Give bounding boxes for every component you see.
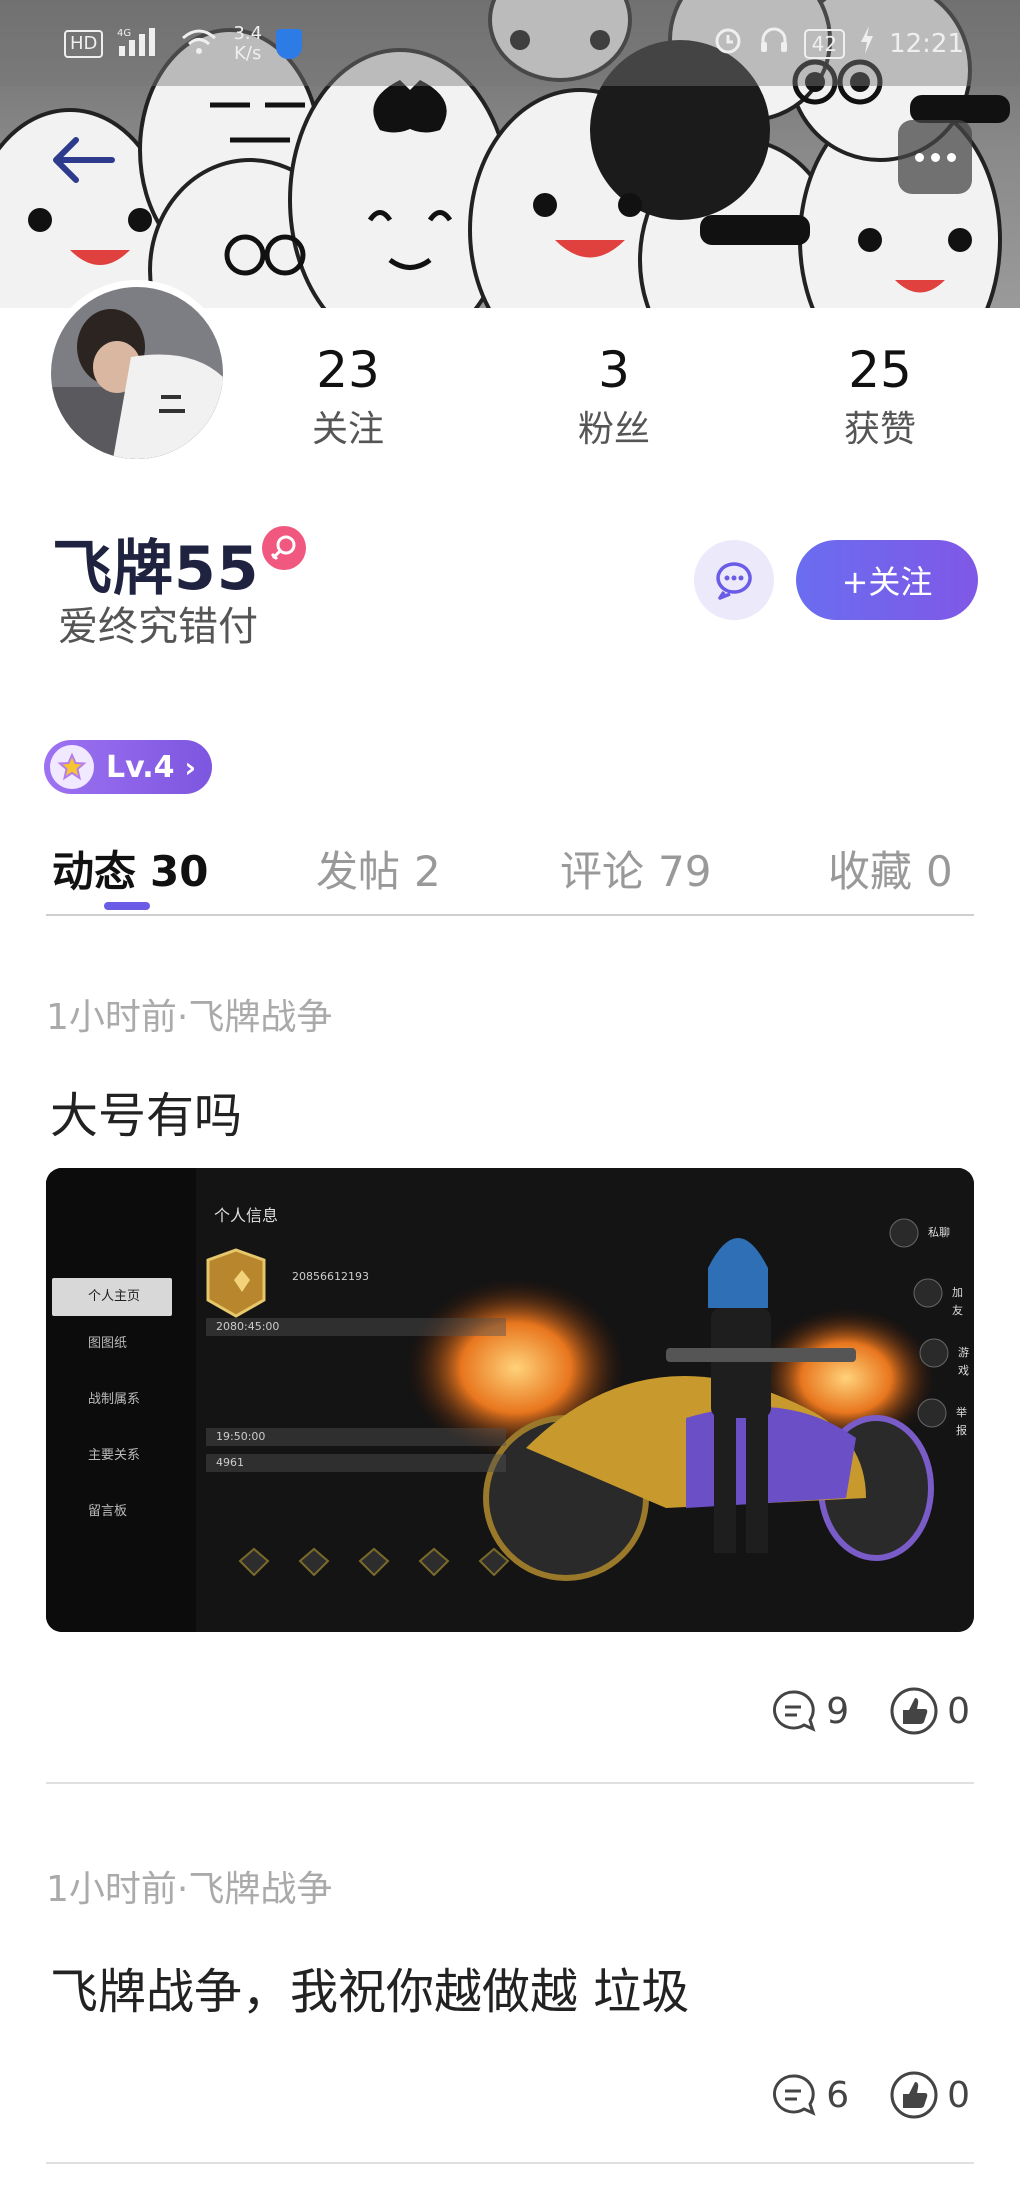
shield-app-icon bbox=[276, 29, 303, 59]
game-stat-row: 2080:45:00 bbox=[206, 1318, 506, 1336]
game-side-label: 举报 bbox=[956, 1406, 967, 1437]
battery-icon: 42 bbox=[803, 28, 846, 59]
game-menu-item: 战制属系 bbox=[88, 1392, 141, 1407]
game-stat-row: 19:50:00 bbox=[206, 1428, 506, 1446]
level-badge[interactable]: Lv.4 › bbox=[44, 740, 212, 794]
wifi-icon bbox=[179, 26, 219, 63]
post-divider bbox=[46, 1782, 974, 1784]
tab-favorites-count: 0 bbox=[926, 847, 953, 896]
game-menu-item: 主要关系 bbox=[88, 1448, 141, 1463]
headset-icon bbox=[758, 24, 790, 63]
game-menu-item: 个人主页 bbox=[52, 1278, 172, 1316]
post-meta[interactable]: 1小时前·飞牌战争 bbox=[46, 988, 332, 1040]
post-divider bbox=[46, 2162, 974, 2164]
post-image[interactable]: 个人信息 个人主页 图图纸 战制属系 主要关系 留言板 20856612193 … bbox=[46, 1168, 974, 1632]
comment-count: 6 bbox=[826, 2074, 850, 2116]
game-side-label: 加友 bbox=[952, 1286, 963, 1317]
tab-comments-label: 评论 bbox=[560, 847, 645, 896]
stat-likes-value: 25 bbox=[848, 341, 912, 399]
like-count: 0 bbox=[947, 2074, 970, 2116]
comment-count: 9 bbox=[826, 1690, 850, 1732]
like-count: 0 bbox=[947, 1690, 970, 1732]
speed-unit: K/s bbox=[234, 43, 262, 64]
stat-likes-label: 获赞 bbox=[843, 409, 916, 450]
tab-posts-count: 2 bbox=[414, 847, 441, 896]
status-bar: HD 4G 3.4 K/s 42 12:21 bbox=[0, 0, 1020, 86]
avatar[interactable] bbox=[44, 280, 230, 466]
comment-button[interactable]: 9 bbox=[770, 1687, 849, 1735]
game-side-label: 游戏 bbox=[958, 1346, 969, 1377]
like-button[interactable]: 0 bbox=[889, 2070, 970, 2120]
game-profile-title: 个人信息 bbox=[214, 1206, 279, 1225]
post-title[interactable]: 飞牌战争，我祝你越做越 垃圾 bbox=[50, 1952, 689, 2022]
tab-favorites-label: 收藏 bbox=[828, 847, 913, 896]
more-dots-icon bbox=[914, 152, 924, 162]
avatar-image bbox=[51, 287, 223, 459]
stat-fans-label: 粉丝 bbox=[577, 409, 650, 450]
stat-following-value: 23 bbox=[316, 341, 380, 399]
tab-activity-label: 动态 bbox=[52, 847, 137, 896]
tab-posts[interactable]: 发帖 2 bbox=[316, 838, 441, 899]
more-button[interactable] bbox=[898, 120, 972, 194]
game-side-label: 私聊 bbox=[928, 1226, 950, 1239]
like-button[interactable]: 0 bbox=[889, 1686, 970, 1736]
chevron-right-icon: › bbox=[184, 750, 197, 784]
tab-activity[interactable]: 动态 30 bbox=[52, 838, 208, 899]
post-actions: 6 0 bbox=[770, 2070, 970, 2120]
signal-icon: 4G bbox=[117, 26, 165, 63]
stat-likes[interactable]: 25 获赞 bbox=[780, 340, 980, 456]
tab-comments-count: 79 bbox=[658, 847, 712, 896]
level-label: Lv.4 bbox=[106, 749, 175, 785]
game-screenshot bbox=[46, 1168, 974, 1632]
tab-posts-label: 发帖 bbox=[316, 847, 401, 896]
comment-icon bbox=[773, 2074, 816, 2116]
stat-fans-value: 3 bbox=[598, 341, 630, 399]
profile-banner: HD 4G 3.4 K/s 42 12:21 bbox=[0, 0, 1020, 308]
game-id-value: 20856612193 bbox=[292, 1270, 369, 1283]
charging-icon bbox=[859, 26, 875, 61]
svg-text:4G: 4G bbox=[117, 28, 131, 39]
comment-button[interactable]: 6 bbox=[770, 2071, 849, 2119]
chat-bubble-icon bbox=[716, 562, 752, 600]
post-title[interactable]: 大号有吗 bbox=[50, 1076, 242, 1146]
speed-value: 3.4 bbox=[233, 23, 263, 44]
profile-tabs: 动态 30 发帖 2 评论 79 收藏 0 bbox=[46, 830, 974, 916]
post-meta[interactable]: 1小时前·飞牌战争 bbox=[46, 1860, 332, 1912]
tab-comments[interactable]: 评论 79 bbox=[560, 838, 711, 899]
stat-following[interactable]: 23 关注 bbox=[248, 340, 448, 456]
comment-icon bbox=[773, 1690, 816, 1732]
clock-time: 12:21 bbox=[889, 28, 964, 59]
back-button[interactable] bbox=[46, 130, 122, 190]
game-stat-row: 4961 bbox=[206, 1454, 506, 1472]
hd-icon: HD bbox=[64, 30, 104, 58]
tab-favorites[interactable]: 收藏 0 bbox=[828, 838, 953, 899]
message-button[interactable] bbox=[694, 540, 774, 620]
thumbs-up-icon bbox=[890, 1687, 938, 1735]
alarm-icon bbox=[712, 24, 744, 63]
game-menu: 个人主页 图图纸 战制属系 主要关系 留言板 bbox=[52, 1278, 172, 1540]
star-icon bbox=[50, 745, 94, 789]
network-speed: 3.4 K/s bbox=[233, 24, 262, 64]
post-actions: 9 0 bbox=[770, 1686, 970, 1736]
thumbs-up-icon bbox=[890, 2071, 938, 2119]
tab-activity-count: 30 bbox=[150, 847, 209, 896]
active-tab-indicator bbox=[104, 902, 150, 910]
stat-following-label: 关注 bbox=[311, 409, 384, 450]
follow-button[interactable]: +关注 bbox=[796, 540, 978, 620]
game-menu-item: 留言板 bbox=[88, 1504, 128, 1519]
arrow-left-icon bbox=[53, 137, 115, 183]
female-icon bbox=[262, 526, 306, 570]
user-bio: 爱终究错付 bbox=[58, 604, 258, 650]
stat-fans[interactable]: 3 粉丝 bbox=[514, 340, 714, 456]
game-menu-item: 图图纸 bbox=[88, 1336, 128, 1351]
